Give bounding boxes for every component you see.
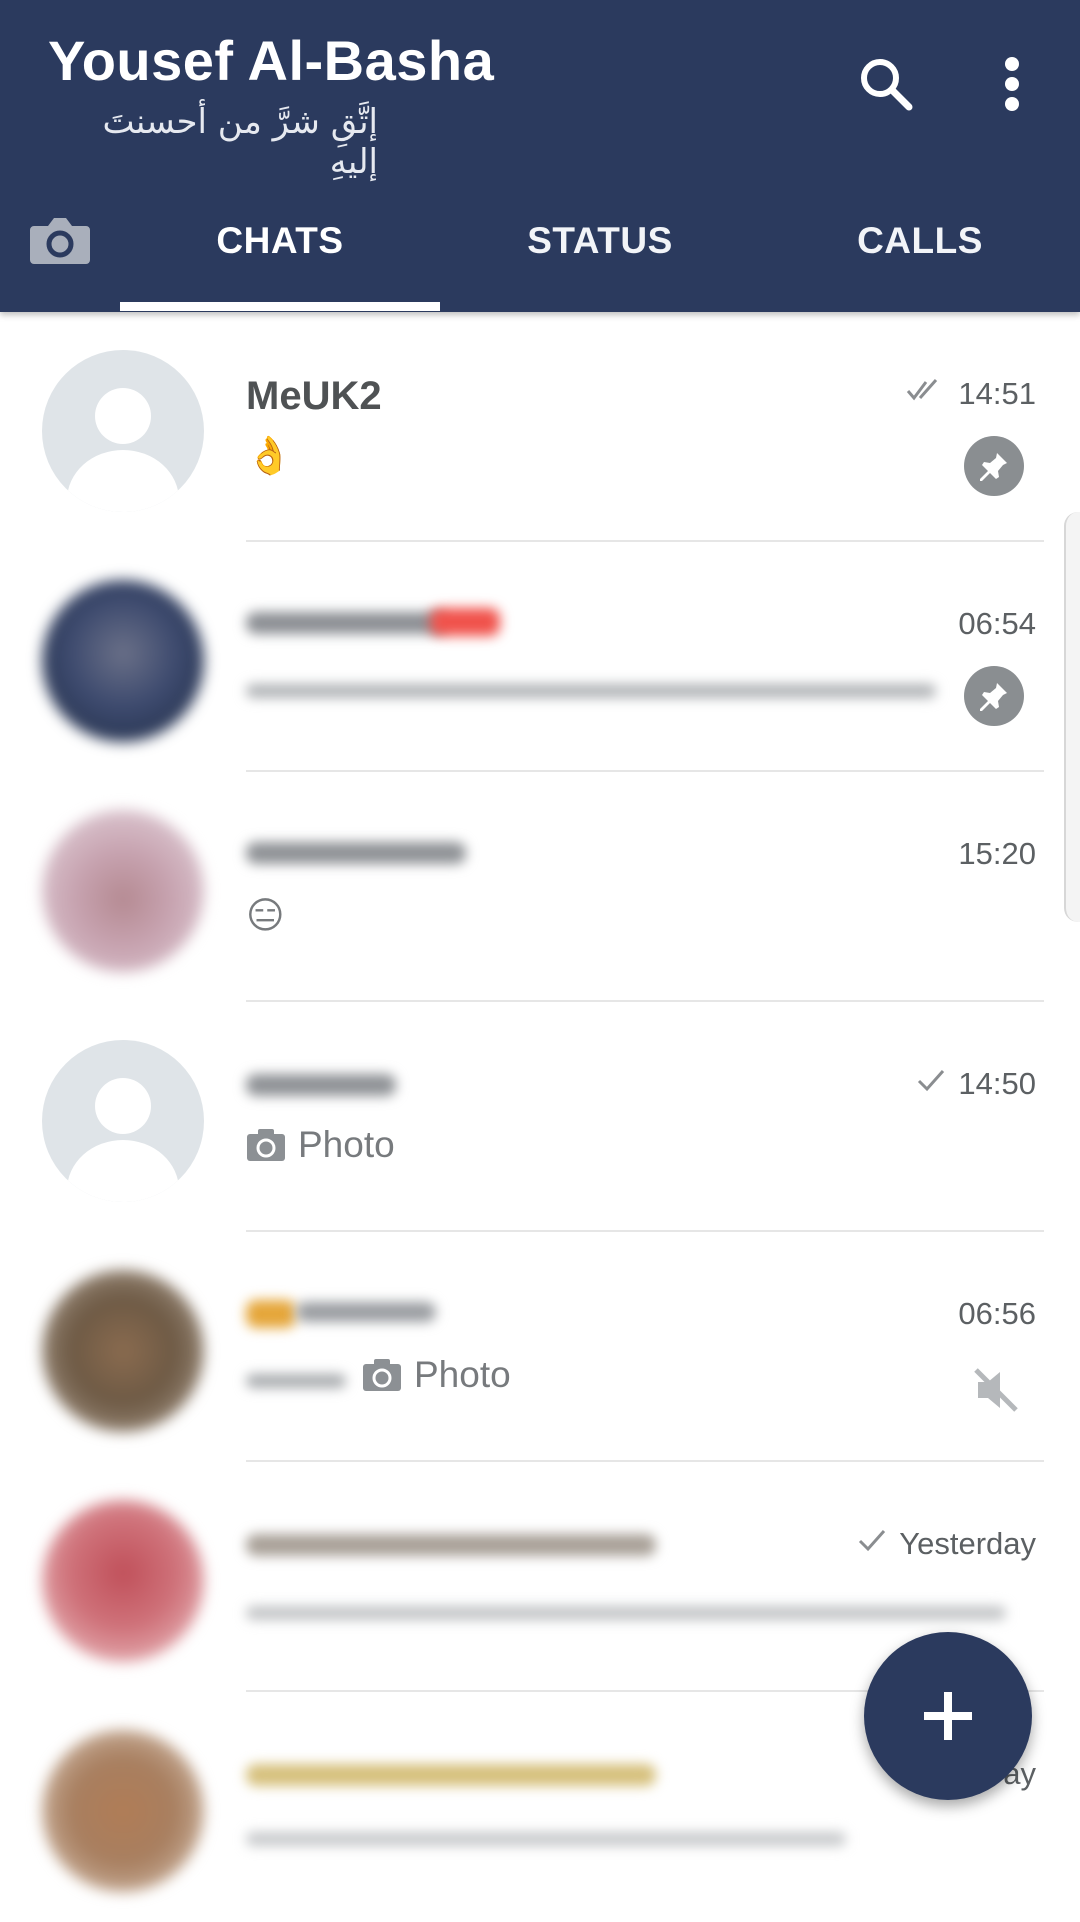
chat-time-wrap: 15:20 [958,836,1036,872]
profile-title: Yousef Al-Basha [48,29,495,92]
single-check-icon [916,1067,946,1101]
avatar-image [42,1500,204,1662]
chat-name-redacted [246,1764,656,1786]
chat-preview: 👌 [246,434,292,478]
chat-time: 15:20 [958,836,1036,871]
avatar-image [42,1270,204,1432]
tab-chats[interactable]: CHATS [120,220,440,262]
chat-preview-text: 😑 [246,894,285,937]
chat-row[interactable]: MeUK2 👌 14:51 [0,312,1080,542]
tab-status[interactable]: STATUS [440,220,760,262]
sender-redacted [246,1374,346,1388]
chat-row[interactable]: 😑 15:20 [0,772,1080,1002]
chat-preview-text: 👌 [246,434,293,477]
avatar-placeholder [42,350,204,512]
chat-time: 06:56 [958,1296,1036,1331]
chat-preview-redacted [246,1606,1006,1620]
chat-name-redacted-emoji [430,608,500,636]
chat-name-redacted [246,612,446,634]
chat-name-redacted [296,1302,436,1322]
single-check-icon [857,1527,887,1561]
chat-time-wrap: 06:56 [958,1296,1036,1332]
camera-icon [246,1128,286,1162]
chat-time: Yesterday [899,1526,1036,1561]
chat-name-redacted [246,1074,396,1096]
chat-time-wrap: 06:54 [958,606,1036,642]
active-tab-indicator [120,302,440,311]
chat-time-wrap: Yesterday [857,1526,1036,1562]
chat-list[interactable]: MeUK2 👌 14:51 06:54 😑 15:20 Photo 14:50 … [0,312,1080,1892]
chat-time: 06:54 [958,606,1036,641]
chat-name-redacted [246,842,466,864]
new-chat-fab[interactable] [864,1632,1032,1800]
chat-row[interactable]: 06:54 [0,542,1080,772]
avatar-image [42,810,204,972]
tab-bar: CHATS STATUS CALLS [0,200,1080,312]
pin-icon [964,666,1024,726]
chat-time-wrap: 14:50 [916,1066,1036,1102]
avatar-image [42,580,204,742]
chat-time-wrap: 14:51 [906,376,1036,412]
chat-preview-redacted [246,684,936,698]
tab-calls[interactable]: CALLS [760,220,1080,262]
chat-preview-text: Photo [298,1124,395,1165]
chat-preview: Photo [362,1354,511,1396]
chat-preview-redacted [246,1832,846,1846]
chat-row[interactable]: Photo 14:50 [0,1002,1080,1232]
chat-name-redacted-emoji [246,1300,296,1328]
chat-preview: Photo [246,1124,395,1166]
chat-name-redacted [246,1534,656,1556]
app-header: Yousef Al-Basha إتَّقِ شرَّ من أحسنتَ إل… [0,0,1080,312]
double-check-icon [906,377,946,411]
muted-icon [968,1362,1024,1418]
more-vert-icon[interactable] [976,48,1048,120]
plus-icon [922,1690,974,1742]
chat-row[interactable]: Photo 06:56 [0,1232,1080,1462]
chat-preview-text: Photo [414,1354,511,1395]
chat-time: 14:50 [958,1066,1036,1101]
pin-icon [964,436,1024,496]
chat-name: MeUK2 [246,374,382,418]
scrollbar[interactable] [1064,512,1080,922]
profile-subtitle: إتَّقِ شرَّ من أحسنتَ إليهِ [102,102,378,182]
avatar-image [42,1730,204,1892]
chat-preview: 😑 [246,894,285,937]
avatar-placeholder [42,1040,204,1202]
chat-time: 14:51 [958,376,1036,411]
camera-icon [362,1358,402,1392]
search-icon[interactable] [850,48,922,120]
